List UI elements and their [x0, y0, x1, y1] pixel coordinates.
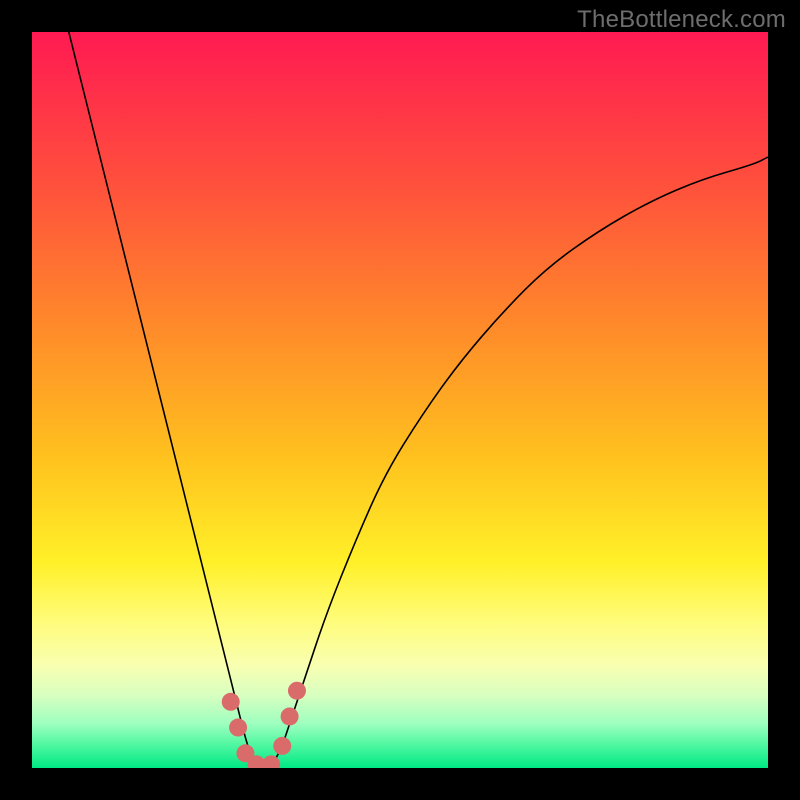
plot-area — [32, 32, 768, 768]
curve-marker — [229, 719, 247, 737]
curve-marker — [288, 682, 306, 700]
gradient-background — [32, 32, 768, 768]
curve-marker — [222, 693, 240, 711]
plot-svg — [32, 32, 768, 768]
watermark-text: TheBottleneck.com — [577, 6, 786, 34]
chart-frame: TheBottleneck.com — [0, 0, 800, 800]
curve-marker — [273, 737, 291, 755]
curve-marker — [281, 707, 299, 725]
